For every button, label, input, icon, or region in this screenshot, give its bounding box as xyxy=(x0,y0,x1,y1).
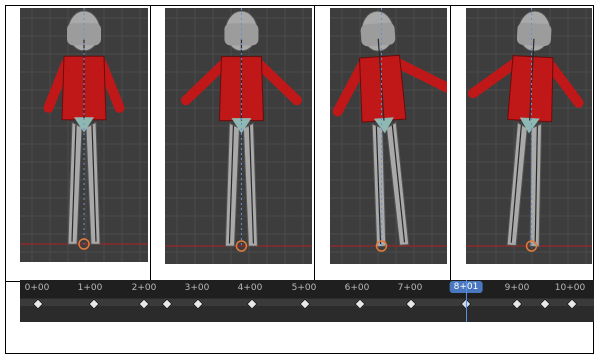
frame-label-10: 10+00 xyxy=(554,283,586,293)
character-pose-2 xyxy=(165,8,312,264)
character-pose-3 xyxy=(330,8,447,264)
frame-label-6: 6+00 xyxy=(344,283,370,293)
frame-label-2: 2+00 xyxy=(131,283,157,293)
playhead[interactable] xyxy=(466,280,467,322)
left-arm xyxy=(180,59,229,106)
frame-label-1: 1+00 xyxy=(77,283,103,293)
frame-label-0: 0+00 xyxy=(24,283,50,293)
dope-sheet-timeline[interactable]: 0+00 1+00 2+00 3+00 4+00 5+00 6+00 7+00 … xyxy=(20,280,594,322)
pose-frame-4[interactable] xyxy=(466,8,592,264)
divider-2 xyxy=(314,5,315,282)
character-pose-4 xyxy=(466,8,592,264)
pose-frame-3[interactable] xyxy=(330,8,447,264)
frame-label-3: 3+00 xyxy=(184,283,210,293)
right-arm xyxy=(545,60,584,108)
frame-label-7: 7+00 xyxy=(397,283,423,293)
pose-frame-2[interactable] xyxy=(165,8,312,264)
left-leg xyxy=(506,121,528,247)
divider-3 xyxy=(450,5,451,282)
frame-ruler[interactable]: 0+00 1+00 2+00 3+00 4+00 5+00 6+00 7+00 … xyxy=(20,280,594,298)
right-arm xyxy=(393,58,447,93)
frame-label-5: 5+00 xyxy=(291,283,317,293)
frame-label-4: 4+00 xyxy=(237,283,263,293)
divider-1 xyxy=(150,5,151,282)
pose-frame-1[interactable] xyxy=(20,8,148,262)
character-pose-1 xyxy=(20,8,148,262)
right-arm xyxy=(254,59,302,106)
character-mesh xyxy=(467,10,584,248)
frame-label-9: 9+00 xyxy=(504,283,530,293)
character-mesh xyxy=(332,10,447,248)
right-leg xyxy=(385,121,410,246)
